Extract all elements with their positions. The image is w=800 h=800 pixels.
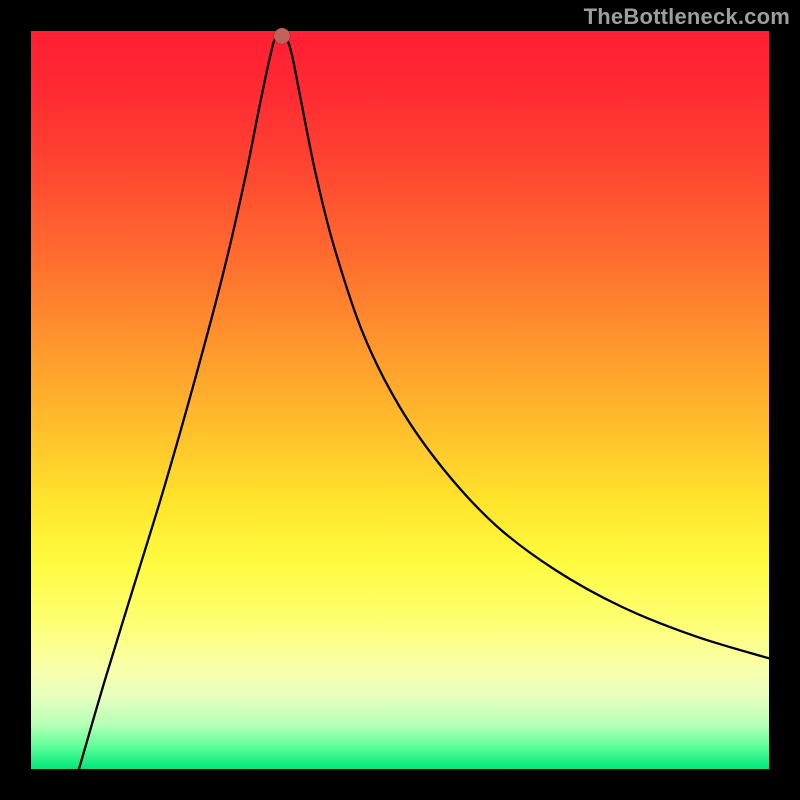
curve-path (79, 37, 769, 769)
bottleneck-curve (31, 31, 769, 769)
chart-plot-area (31, 31, 769, 769)
watermark-text: TheBottleneck.com (584, 4, 790, 30)
chart-frame: TheBottleneck.com (0, 0, 800, 800)
optimum-marker-dot (274, 28, 290, 44)
